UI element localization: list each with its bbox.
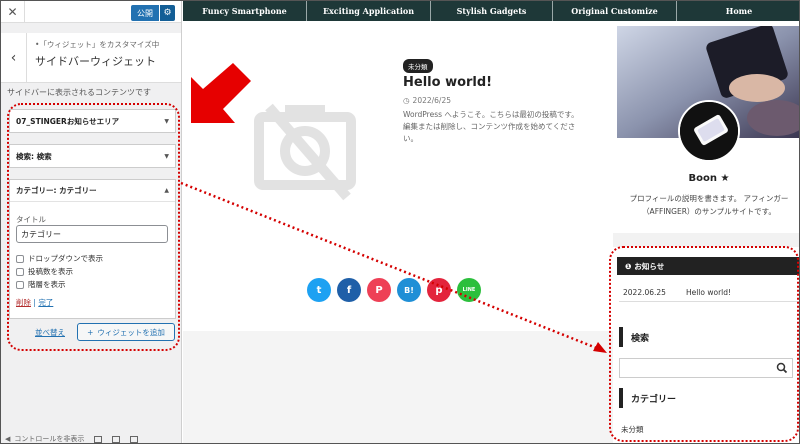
- screenshot-root: ✕ 公開 ⚙ ‹ •「ウィジェット」をカスタマイズ中 サイドバーウィジェット サ…: [0, 0, 800, 444]
- annotation-connector: [180, 181, 607, 353]
- annotation-arrow: [191, 63, 251, 123]
